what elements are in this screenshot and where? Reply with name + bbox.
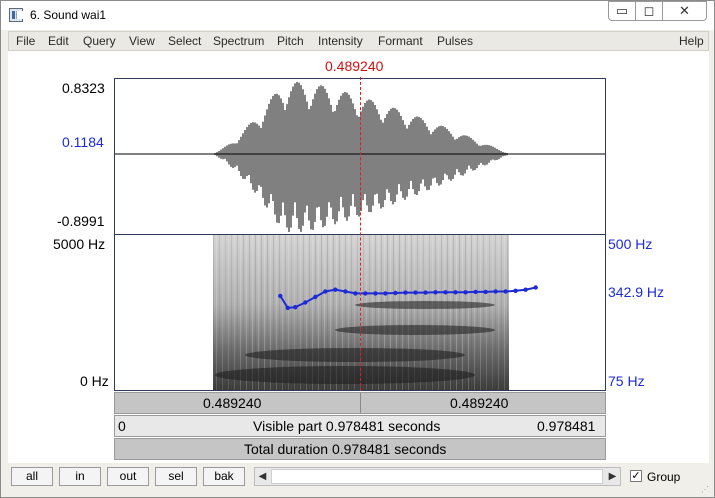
- zoom-in-button[interactable]: in: [59, 467, 101, 486]
- pitch-point: [423, 290, 428, 295]
- resize-grip-icon[interactable]: ⋰: [701, 485, 709, 494]
- menu-edit[interactable]: Edit: [48, 34, 69, 48]
- menu-formant[interactable]: Formant: [378, 34, 423, 48]
- zoom-back-button[interactable]: bak: [203, 467, 245, 486]
- pitch-point: [443, 290, 448, 295]
- pitch-point: [473, 289, 478, 295]
- pitch-point: [453, 290, 458, 295]
- group-checkbox[interactable]: ✓: [630, 470, 642, 482]
- menu-bar: File Edit Query View Select Spectrum Pit…: [8, 31, 709, 51]
- maximize-icon: ◻: [643, 3, 655, 18]
- zoom-selection-button[interactable]: sel: [155, 467, 197, 486]
- zoom-out-button[interactable]: out: [107, 467, 149, 486]
- menu-select[interactable]: Select: [168, 34, 201, 48]
- spectrogram-bottom-freq-label: 0 Hz: [80, 373, 109, 389]
- minimize-button[interactable]: ▭: [608, 1, 636, 21]
- pitch-point: [383, 291, 388, 296]
- menu-pitch[interactable]: Pitch: [277, 34, 304, 48]
- zoom-all-button[interactable]: all: [11, 467, 53, 486]
- pitch-point: [463, 290, 468, 295]
- pitch-point: [513, 288, 518, 293]
- pitch-point: [373, 291, 378, 296]
- visible-start-label: 0: [118, 418, 126, 434]
- menu-query[interactable]: Query: [83, 34, 116, 48]
- sound-editor-window: 6. Sound wai1 ▭ ◻ ✕ File Edit Query View…: [0, 0, 715, 498]
- pitch-point: [393, 290, 398, 296]
- scroll-left-icon[interactable]: ◀: [255, 469, 270, 484]
- menu-spectrum[interactable]: Spectrum: [213, 34, 264, 48]
- close-icon: ✕: [679, 3, 690, 18]
- waveform-min-label: -0.8991: [57, 213, 105, 229]
- menu-intensity[interactable]: Intensity: [318, 34, 363, 48]
- pitch-point: [278, 293, 283, 299]
- pitch-point: [503, 289, 508, 294]
- close-button[interactable]: ✕: [662, 1, 707, 21]
- total-duration-label: Total duration 0.978481 seconds: [244, 441, 447, 457]
- total-duration-bar[interactable]: Total duration 0.978481 seconds: [114, 438, 606, 460]
- pitch-point: [293, 305, 298, 310]
- scroll-thumb[interactable]: [271, 469, 603, 484]
- cursor-time-label: 0.489240: [325, 58, 384, 74]
- maximize-button[interactable]: ◻: [635, 1, 663, 21]
- minimize-icon: ▭: [615, 3, 629, 18]
- window-title: 6. Sound wai1: [30, 8, 107, 22]
- waveform-max-label: 0.8323: [62, 80, 105, 96]
- pitch-point: [343, 289, 348, 294]
- segment-divider: [360, 393, 361, 413]
- visible-part-bar[interactable]: 0 Visible part 0.978481 seconds 0.978481: [114, 415, 606, 437]
- menu-file[interactable]: File: [16, 34, 35, 48]
- pitch-point: [533, 285, 538, 290]
- pitch-point: [493, 289, 498, 294]
- cursor-line[interactable]: [360, 77, 361, 391]
- pitch-point: [353, 291, 358, 296]
- pitch-point: [403, 290, 408, 295]
- visible-part-label: Visible part 0.978481 seconds: [253, 418, 441, 434]
- pitch-point: [303, 300, 308, 305]
- cursor-segment-bar: 0.489240 0.489240: [114, 392, 606, 414]
- pitch-point: [483, 289, 488, 295]
- pitch-bottom-label: 75 Hz: [608, 373, 645, 389]
- pitch-point: [413, 290, 418, 295]
- menu-help[interactable]: Help: [679, 34, 704, 48]
- right-segment-label[interactable]: 0.489240: [450, 395, 508, 411]
- group-label: Group: [647, 470, 681, 484]
- pitch-point: [523, 287, 528, 292]
- title-bar[interactable]: 6. Sound wai1 ▭ ◻ ✕: [1, 1, 714, 30]
- pitch-top-label: 500 Hz: [608, 236, 653, 252]
- visible-end-label: 0.978481: [537, 418, 596, 434]
- pitch-value-label: 342.9 Hz: [608, 284, 665, 300]
- pitch-point: [313, 294, 318, 300]
- waveform-cursor-value-label: 0.1184: [62, 134, 104, 150]
- menu-view[interactable]: View: [129, 34, 155, 48]
- left-segment-label[interactable]: 0.489240: [203, 395, 261, 411]
- pitch-point: [285, 305, 290, 311]
- sound-window-icon: [9, 8, 23, 22]
- scroll-right-icon[interactable]: ▶: [605, 469, 620, 484]
- spectrogram-top-freq-label: 5000 Hz: [53, 236, 106, 252]
- time-scrollbar[interactable]: ◀ ▶: [254, 467, 621, 486]
- pitch-point: [323, 289, 328, 294]
- pitch-point: [363, 291, 368, 296]
- pitch-point: [333, 287, 338, 292]
- menu-pulses[interactable]: Pulses: [437, 34, 473, 48]
- pitch-point: [433, 290, 438, 295]
